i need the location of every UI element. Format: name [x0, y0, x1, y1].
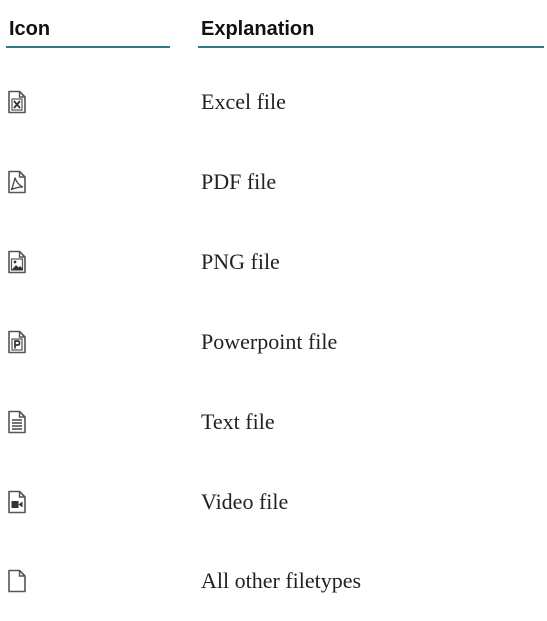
table-header-row: Icon Explanation	[0, 0, 547, 50]
table-row: Video file	[0, 462, 547, 542]
row-label: Powerpoint file	[201, 329, 338, 354]
pdf-file-icon	[7, 142, 31, 222]
column-header-explanation: Explanation	[198, 14, 544, 48]
row-label: Video file	[201, 489, 289, 514]
row-label: Excel file	[201, 89, 286, 114]
text-file-icon	[7, 382, 31, 462]
table-row: Excel file	[0, 62, 547, 142]
powerpoint-file-icon	[7, 302, 31, 382]
table-row: Powerpoint file	[0, 302, 547, 382]
generic-file-icon	[7, 541, 31, 621]
column-header-icon: Icon	[6, 14, 170, 48]
table-row: PNG file	[0, 222, 547, 302]
table-row: All other filetypes	[0, 541, 547, 621]
table-row: PDF file	[0, 142, 547, 222]
row-label: PNG file	[201, 249, 280, 274]
row-label: All other filetypes	[201, 568, 362, 593]
video-file-icon	[7, 462, 31, 542]
excel-file-icon	[7, 62, 31, 142]
row-label: PDF file	[201, 169, 277, 194]
row-label: Text file	[201, 409, 275, 434]
png-file-icon	[7, 222, 31, 302]
table-row: Text file	[0, 382, 547, 462]
